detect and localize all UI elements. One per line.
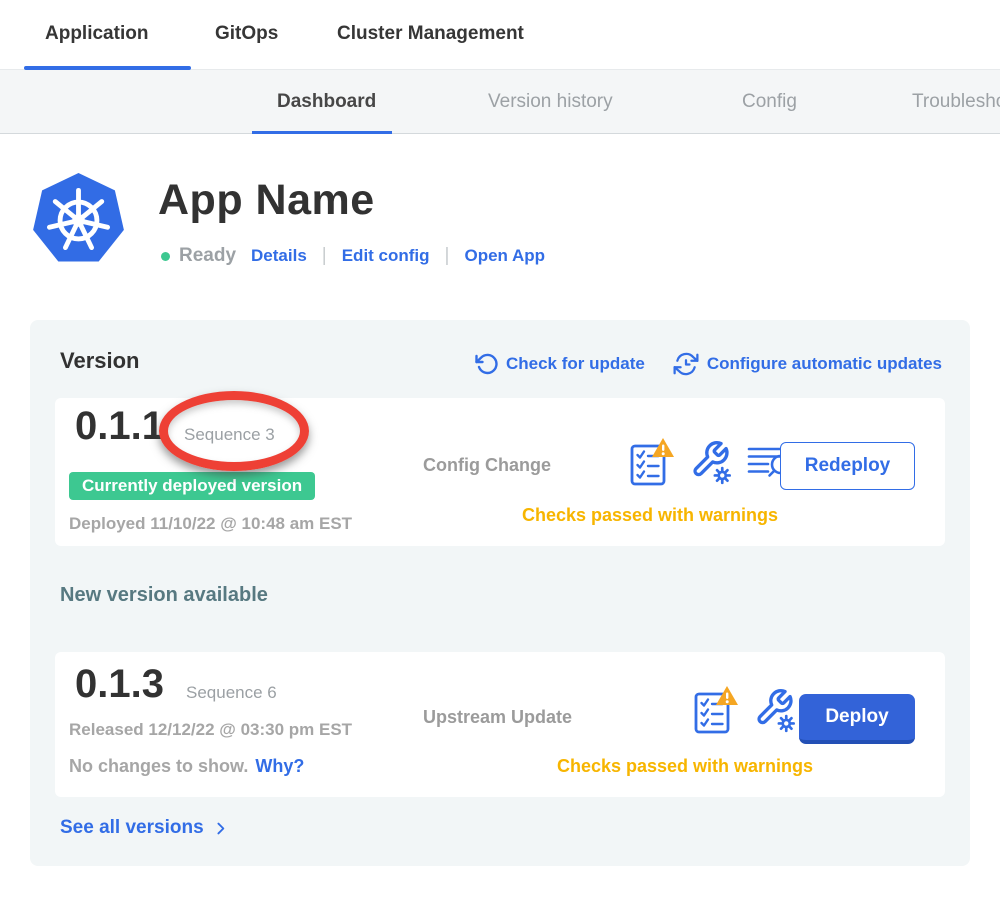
preflight-checks-icon[interactable] — [693, 684, 739, 736]
see-all-versions-label: See all versions — [60, 817, 204, 839]
sub-nav: Dashboard Version history Config Trouble… — [0, 70, 1000, 134]
available-version-icons — [693, 684, 796, 736]
link-divider: | — [445, 245, 450, 267]
new-version-heading: New version available — [60, 584, 268, 607]
no-changes-row: No changes to show. Why? — [69, 756, 304, 777]
deploy-button[interactable]: Deploy — [799, 694, 915, 744]
released-timestamp: Released 12/12/22 @ 03:30 pm EST — [69, 720, 352, 740]
open-app-link[interactable]: Open App — [464, 246, 545, 266]
version-card-title: Version — [60, 348, 139, 374]
configure-automatic-updates-link[interactable]: Configure automatic updates — [673, 351, 942, 377]
deployed-version-sequence: Sequence 3 — [184, 425, 275, 445]
app-status-row: Ready Details | Edit config | Open App — [161, 243, 545, 269]
tab-troubleshoot[interactable]: Troubleshoot — [912, 91, 1000, 113]
available-version-sequence: Sequence 6 — [186, 683, 277, 703]
active-nav-underline — [24, 66, 191, 70]
configure-automatic-updates-label: Configure automatic updates — [707, 354, 942, 374]
tab-config[interactable]: Config — [742, 91, 797, 113]
deployed-timestamp: Deployed 11/10/22 @ 10:48 am EST — [69, 514, 352, 534]
version-card: Version Check for update — [30, 320, 970, 866]
deployed-version-number: 0.1.1 — [75, 404, 164, 449]
status-text: Ready — [179, 245, 236, 267]
link-divider: | — [322, 245, 327, 267]
kubernetes-logo-icon — [30, 171, 127, 268]
edit-config-values-icon[interactable] — [754, 687, 796, 733]
active-tab-underline — [252, 131, 392, 134]
top-nav: Application GitOps Cluster Management — [0, 0, 1000, 70]
chevron-right-icon — [212, 820, 229, 837]
checks-status-text: Checks passed with warnings — [455, 505, 845, 526]
edit-config-link[interactable]: Edit config — [342, 246, 430, 266]
available-version-row: 0.1.3 Sequence 6 Released 12/12/22 @ 03:… — [55, 652, 945, 797]
redeploy-button[interactable]: Redeploy — [780, 442, 915, 490]
why-link[interactable]: Why? — [255, 756, 304, 777]
page-title: App Name — [158, 176, 375, 225]
top-nav-item-gitops[interactable]: GitOps — [215, 23, 278, 45]
checks-status-text: Checks passed with warnings — [495, 756, 875, 777]
preflight-checks-icon[interactable] — [629, 436, 675, 488]
status-dot-icon — [161, 252, 170, 261]
edit-config-values-icon[interactable] — [690, 439, 732, 485]
check-for-update-label: Check for update — [506, 354, 645, 374]
see-all-versions-link[interactable]: See all versions — [60, 817, 229, 839]
tab-version-history[interactable]: Version history — [488, 91, 613, 113]
top-nav-item-cluster-management[interactable]: Cluster Management — [337, 23, 524, 45]
no-changes-text: No changes to show. — [69, 756, 248, 777]
currently-deployed-badge: Currently deployed version — [69, 472, 315, 500]
top-nav-item-application[interactable]: Application — [45, 23, 148, 45]
version-source-label: Config Change — [423, 455, 551, 476]
refresh-icon — [474, 352, 498, 376]
tab-dashboard[interactable]: Dashboard — [277, 91, 376, 113]
deployed-version-row: 0.1.1 Sequence 3 Currently deployed vers… — [55, 398, 945, 546]
deployed-version-icons — [629, 436, 793, 488]
version-source-label: Upstream Update — [423, 707, 572, 728]
auto-update-clock-icon — [673, 351, 699, 377]
version-card-actions: Check for update Configure automatic upd… — [474, 351, 942, 377]
details-link[interactable]: Details — [251, 246, 307, 266]
app-dashboard-page: Application GitOps Cluster Management Da… — [0, 0, 1000, 898]
status-badge: Ready — [161, 245, 236, 267]
available-version-number: 0.1.3 — [75, 662, 164, 707]
check-for-update-link[interactable]: Check for update — [474, 352, 645, 376]
